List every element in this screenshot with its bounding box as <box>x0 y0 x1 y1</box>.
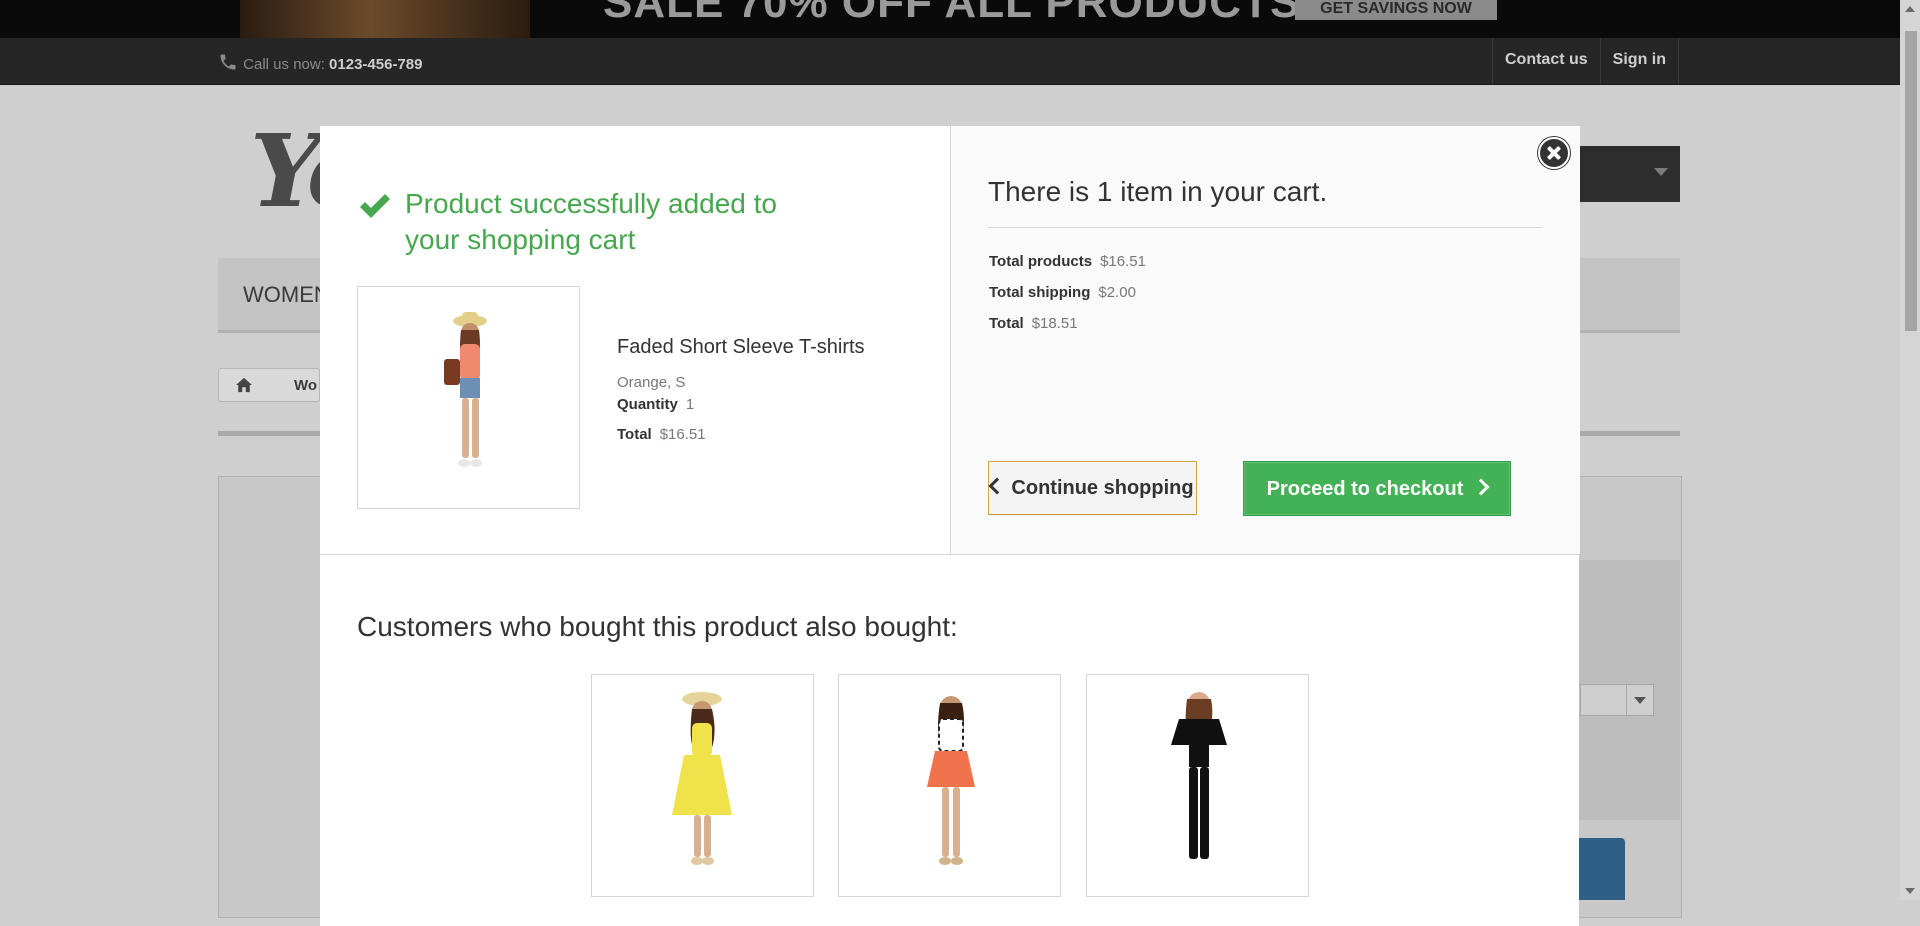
chevron-left-icon <box>988 477 1006 495</box>
dress-top <box>692 723 712 757</box>
scroll-up-icon[interactable] <box>1905 6 1915 12</box>
product-name: Faded Short Sleeve T-shirts <box>617 336 865 358</box>
product-thumbnail-2 <box>927 696 975 865</box>
total-products-label: Total products <box>989 253 1093 270</box>
product-image <box>357 286 580 509</box>
quantity-value: 1 <box>685 396 695 413</box>
breadcrumb-category[interactable]: Wo <box>294 377 317 394</box>
top-nav-bar: Call us now: 0123-456-789 Contact us Sig… <box>0 38 1900 85</box>
phone-number: 0123-456-789 <box>329 56 423 73</box>
cart-total-label: Total <box>989 315 1024 332</box>
modal-divider <box>320 554 1579 555</box>
product-total-value: $16.51 <box>659 426 706 443</box>
cart-total: Total $18.51 <box>989 315 1078 332</box>
dress-skirt <box>672 755 732 815</box>
product-total: Total $16.51 <box>617 426 706 443</box>
pants-right <box>1200 767 1209 859</box>
also-bought-product-1[interactable] <box>591 674 814 897</box>
check-icon <box>360 194 390 218</box>
product-thumbnail-1 <box>672 692 732 865</box>
pants-left <box>1189 767 1198 859</box>
cart-item-count: There is 1 item in your cart. <box>988 176 1328 207</box>
promo-banner[interactable]: SALE 70% OFF ALL PRODUCTS GET SAVINGS NO… <box>0 0 1900 38</box>
checkout-label: Proceed to checkout <box>1266 478 1464 500</box>
banner-photo <box>240 0 530 38</box>
chevron-right-icon <box>1472 478 1490 496</box>
product-thumbnail-3 <box>1171 692 1227 859</box>
blouse <box>1171 719 1227 767</box>
proceed-to-checkout-button[interactable]: Proceed to checkout <box>1243 461 1511 516</box>
success-text: Product successfully added to your shopp… <box>405 188 777 255</box>
product-attributes: Orange, S <box>617 374 686 391</box>
total-shipping-label: Total shipping <box>989 284 1091 301</box>
phone-icon <box>220 54 236 70</box>
product-total-label: Total <box>617 426 652 443</box>
close-icon[interactable] <box>1538 137 1570 169</box>
dress-skirt <box>927 751 975 787</box>
page-scrollbar[interactable] <box>1900 0 1920 900</box>
banner-headline: SALE 70% OFF ALL PRODUCTS <box>603 0 1301 27</box>
cart-total-products: Total products $16.51 <box>989 253 1146 270</box>
chevron-down-icon <box>1626 685 1653 715</box>
continue-shopping-label: Continue shopping <box>1011 477 1194 499</box>
quantity-label: Quantity <box>617 396 678 413</box>
chevron-down-icon <box>1654 168 1668 176</box>
call-us: Call us now: 0123-456-789 <box>217 52 422 73</box>
banner-cta-button[interactable]: GET SAVINGS NOW <box>1295 0 1497 20</box>
continue-shopping-button[interactable]: Continue shopping <box>988 461 1197 515</box>
cart-divider <box>988 227 1542 228</box>
scroll-down-icon[interactable] <box>1905 888 1915 894</box>
also-bought-title: Customers who bought this product also b… <box>357 611 958 642</box>
contact-us-link[interactable]: Contact us <box>1492 38 1600 84</box>
also-bought-product-3[interactable] <box>1086 674 1309 897</box>
total-shipping-value: $2.00 <box>1098 284 1136 301</box>
scroll-thumb[interactable] <box>1904 30 1918 332</box>
call-label: Call us now: <box>243 56 325 73</box>
top-links: Contact us Sign in <box>1492 38 1679 84</box>
breadcrumb: Wo <box>218 368 320 402</box>
total-products-value: $16.51 <box>1100 253 1146 270</box>
add-to-cart-button[interactable] <box>1578 838 1625 900</box>
sign-in-link[interactable]: Sign in <box>1599 38 1679 84</box>
product-quantity: Quantity 1 <box>617 396 694 413</box>
product-photo <box>444 312 487 467</box>
also-bought-product-2[interactable] <box>838 674 1061 897</box>
cart-total-value: $18.51 <box>1031 315 1078 332</box>
cart-total-shipping: Total shipping $2.00 <box>989 284 1136 301</box>
home-icon[interactable] <box>235 377 253 393</box>
menu-item-women[interactable]: WOMEN <box>243 282 330 308</box>
size-select[interactable] <box>1580 684 1654 716</box>
